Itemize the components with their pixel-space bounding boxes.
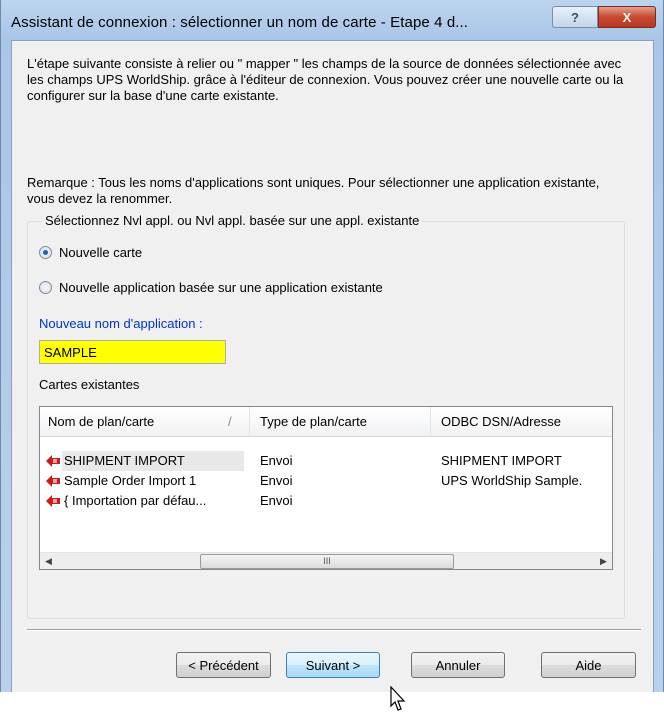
next-button[interactable]: Suivant >: [286, 652, 380, 678]
list-header: Nom de plan/carte / Type de plan/carte O…: [40, 407, 612, 437]
row-name: Sample Order Import 1: [64, 473, 197, 488]
existing-maps-label: Cartes existantes: [39, 377, 140, 392]
radio-new-map-label: Nouvelle carte: [59, 245, 143, 260]
groupbox-legend: Sélectionnez Nvl appl. ou Nvl appl. basé…: [42, 213, 423, 228]
existing-maps-list[interactable]: Nom de plan/carte / Type de plan/carte O…: [39, 406, 613, 570]
previous-button[interactable]: < Précédent: [176, 652, 271, 678]
scroll-right-icon[interactable]: ▶: [595, 553, 612, 570]
column-header-type[interactable]: Type de plan/carte: [250, 407, 431, 437]
scroll-left-icon[interactable]: ◀: [40, 553, 57, 570]
cancel-button[interactable]: Annuler: [411, 652, 505, 678]
window-title: Assistant de connexion : sélectionner un…: [11, 14, 469, 31]
table-row[interactable]: SHIPMENT IMPORT Envoi SHIPMENT IMPORT: [40, 451, 612, 471]
mouse-pointer-icon: [390, 686, 406, 711]
row-dsn: [441, 491, 611, 511]
dialog-body: L'étape suivante consiste à relier ou " …: [11, 40, 654, 711]
map-arrow-icon: [46, 475, 60, 487]
scroll-thumb[interactable]: III: [200, 554, 454, 569]
radio-based-on-existing[interactable]: Nouvelle application basée sur une appli…: [39, 280, 383, 295]
dialog-window: Assistant de connexion : sélectionner un…: [0, 0, 664, 711]
intro-text: L'étape suivante consiste à relier ou " …: [27, 56, 624, 103]
sort-indicator-icon: /: [228, 414, 232, 429]
row-dsn: SHIPMENT IMPORT: [441, 453, 562, 468]
new-name-input[interactable]: [39, 340, 226, 364]
radio-based-on-existing-label: Nouvelle application basée sur une appli…: [59, 280, 383, 295]
close-button[interactable]: X: [598, 6, 656, 28]
help-button[interactable]: Aide: [541, 652, 636, 678]
map-arrow-icon: [46, 455, 60, 467]
table-row[interactable]: Sample Order Import 1 Envoi UPS WorldShi…: [40, 471, 612, 491]
radio-new-map[interactable]: Nouvelle carte: [39, 245, 142, 260]
horizontal-scrollbar[interactable]: ◀ III ▶: [40, 552, 612, 569]
row-type: Envoi: [260, 473, 293, 488]
column-header-name[interactable]: Nom de plan/carte: [40, 407, 250, 437]
remark-text: Remarque : Tous les noms d'applications …: [27, 175, 600, 206]
row-name: SHIPMENT IMPORT: [62, 451, 244, 471]
button-separator: [27, 629, 641, 631]
column-header-dsn[interactable]: ODBC DSN/Adresse: [431, 407, 612, 437]
title-bar[interactable]: Assistant de connexion : sélectionner un…: [1, 0, 664, 40]
table-row[interactable]: { Importation par défau... Envoi: [40, 491, 612, 511]
row-type: Envoi: [260, 493, 293, 508]
row-dsn: UPS WorldShip Sample.: [441, 473, 583, 488]
row-type: Envoi: [260, 453, 293, 468]
radio-unchecked-icon[interactable]: [39, 281, 52, 294]
new-name-label: Nouveau nom d'application :: [39, 316, 203, 331]
row-name: { Importation par défau...: [64, 493, 207, 508]
radio-checked-icon[interactable]: [39, 246, 52, 259]
title-help-button[interactable]: ?: [552, 6, 598, 28]
map-arrow-icon: [46, 495, 60, 507]
